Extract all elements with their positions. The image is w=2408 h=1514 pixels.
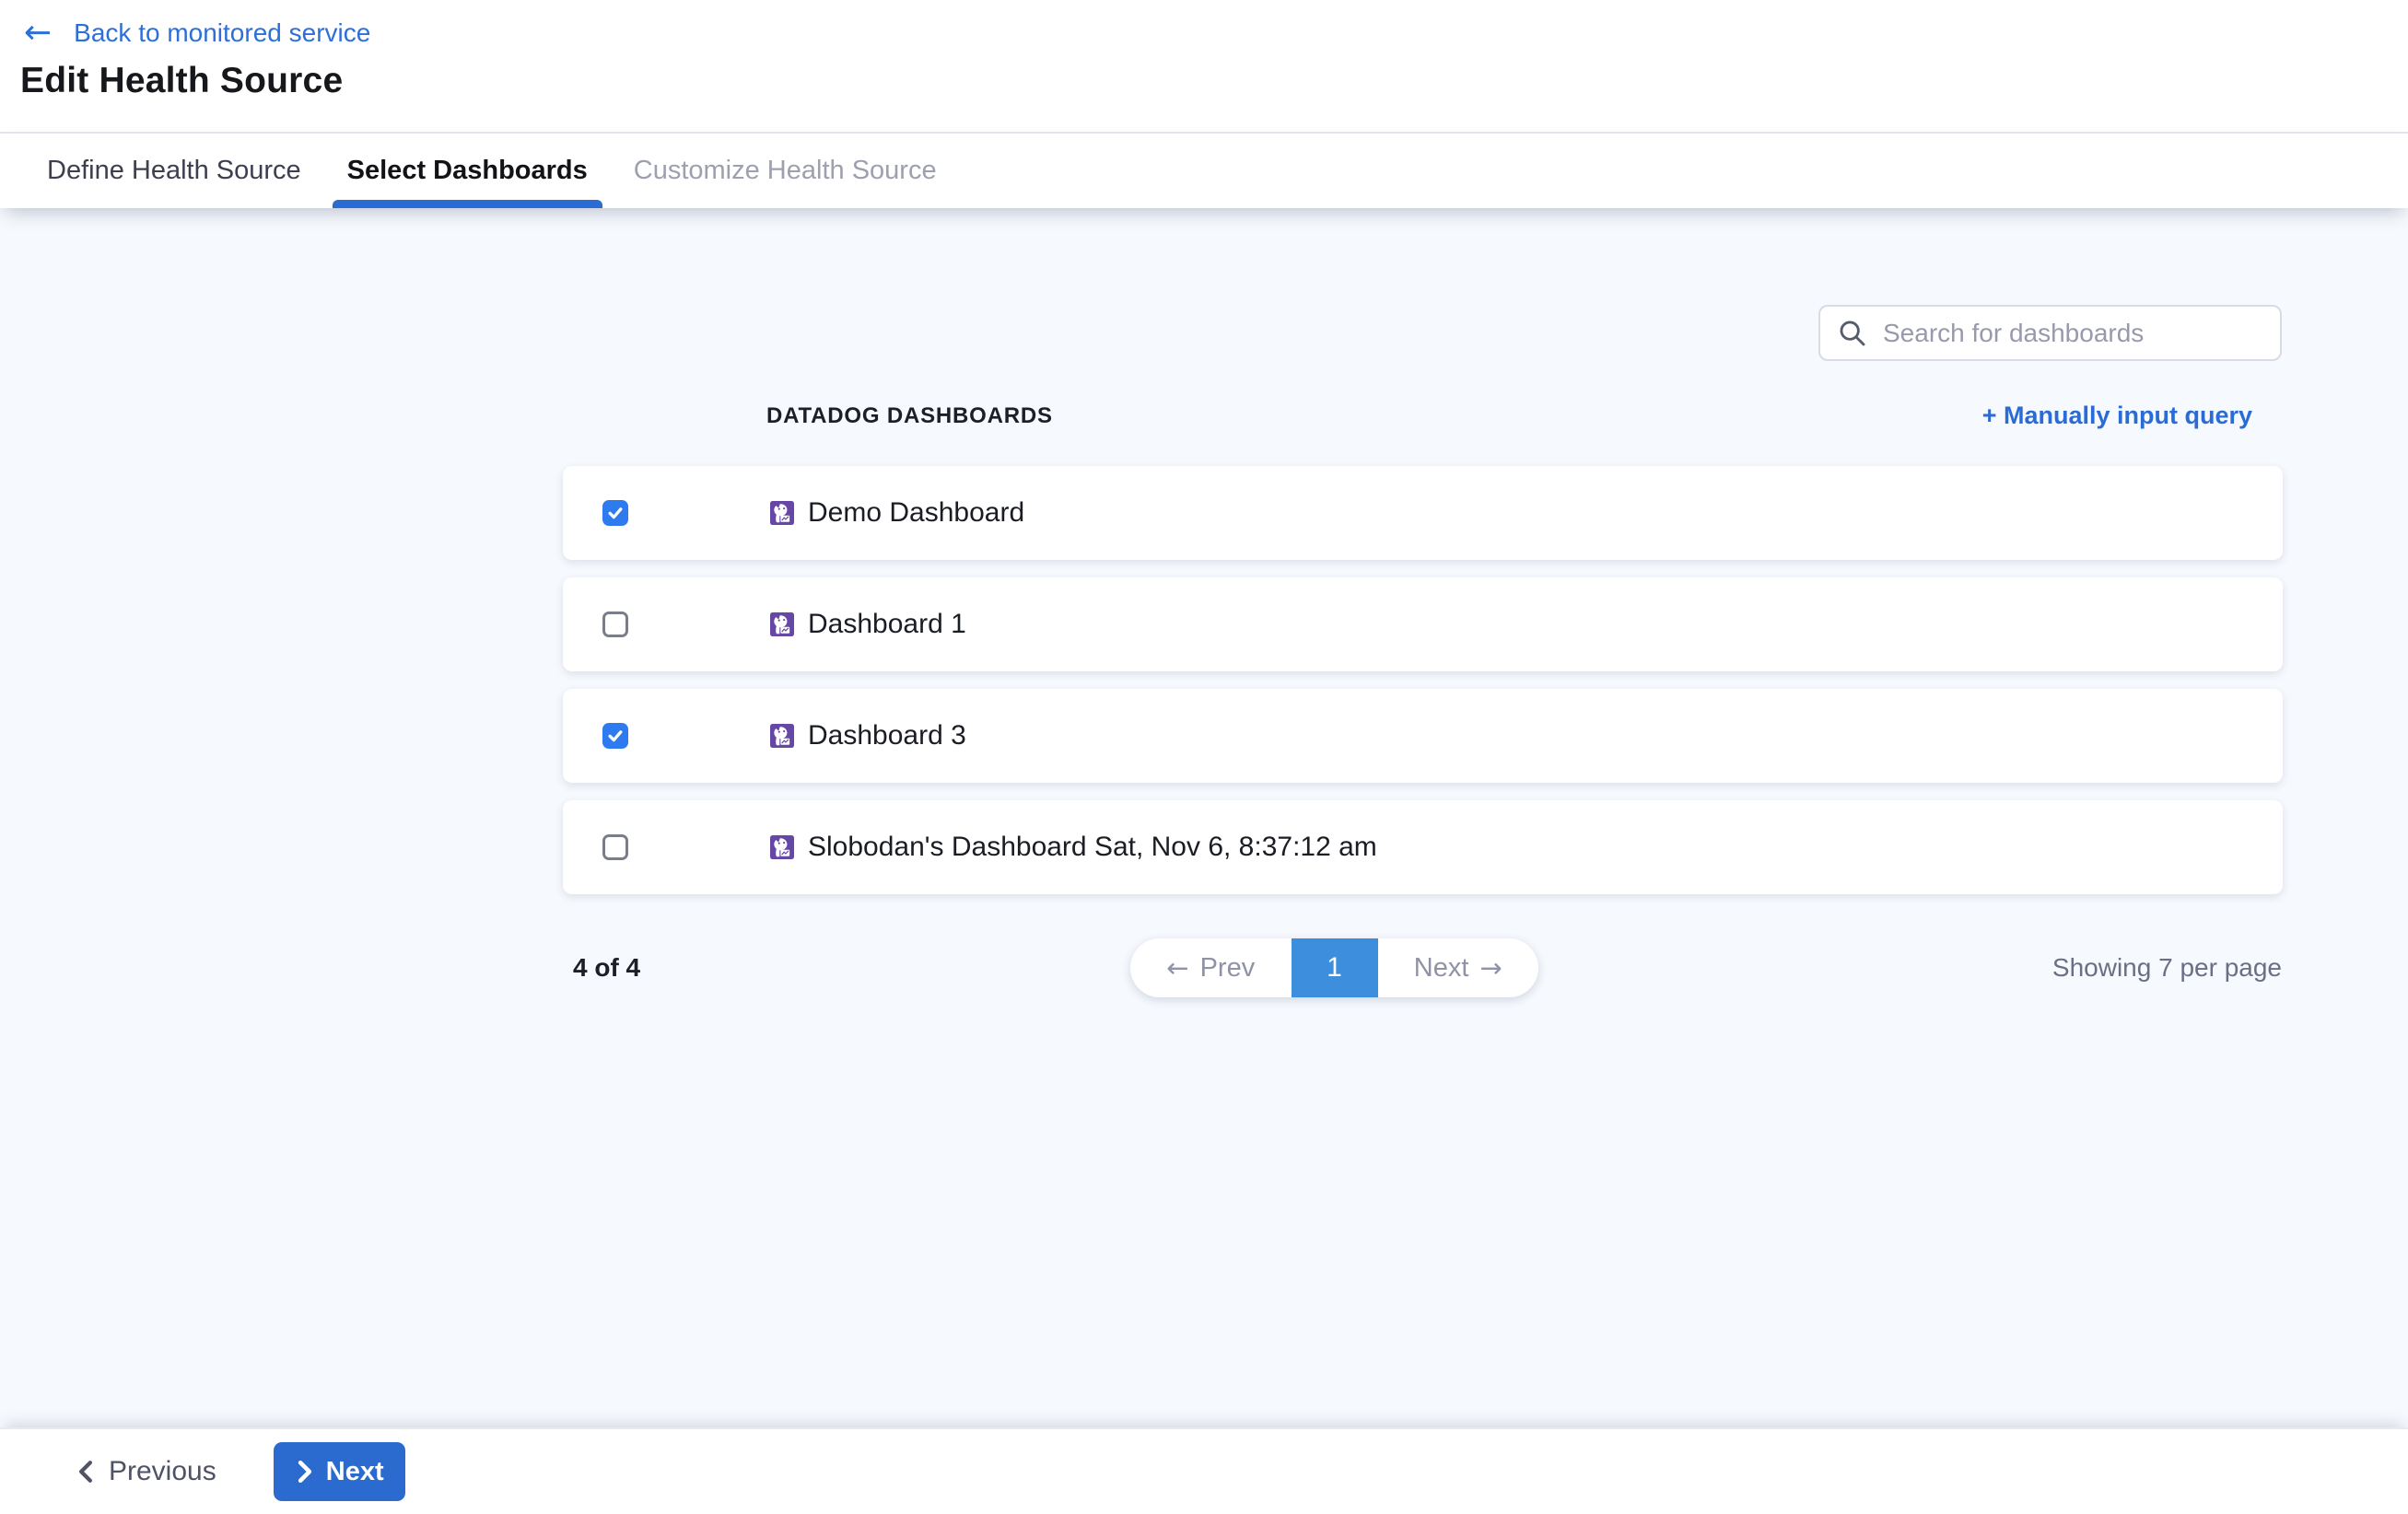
manually-input-query-link[interactable]: + Manually input query	[1982, 402, 2252, 430]
row-checkbox[interactable]	[602, 500, 628, 526]
datadog-logo-icon	[770, 835, 794, 859]
edit-health-source-page: ← Back to monitored service Edit Health …	[0, 0, 2408, 1514]
datadog-dashboards-column-header: DATADOG DASHBOARDS	[766, 403, 1053, 429]
tab-select-dashboards[interactable]: Select Dashboards	[334, 134, 601, 208]
dashboard-name: Dashboard 3	[808, 720, 966, 751]
dashboard-search-box[interactable]	[1818, 305, 2282, 361]
tab-define-health-source[interactable]: Define Health Source	[34, 134, 314, 208]
chevron-right-icon	[295, 1460, 315, 1484]
row-checkbox[interactable]	[602, 834, 628, 860]
row-checkbox[interactable]	[602, 611, 628, 637]
next-label: Next	[1414, 953, 1469, 984]
page-number-button[interactable]: 1	[1292, 938, 1378, 997]
back-to-monitored-service-link[interactable]: Back to monitored service	[74, 18, 370, 48]
back-arrow-icon[interactable]: ←	[24, 17, 52, 50]
next-button-label: Next	[326, 1457, 384, 1487]
arrow-right-icon: →	[1479, 952, 1502, 984]
datadog-logo-icon	[770, 612, 794, 636]
next-button[interactable]: Next	[274, 1442, 405, 1501]
result-count: 4 of 4	[573, 953, 640, 983]
page-title: Edit Health Source	[0, 61, 2408, 101]
datadog-logo-icon	[770, 501, 794, 525]
prev-page-button[interactable]: ← Prev	[1130, 938, 1292, 997]
per-page-label: Showing 7 per page	[2052, 953, 2282, 983]
check-icon	[606, 727, 625, 745]
next-page-button[interactable]: Next →	[1378, 938, 1539, 997]
row-content: Dashboard 3	[770, 720, 966, 751]
dashboard-row[interactable]: Dashboard 3	[563, 689, 2283, 783]
pagination-pill: ← Prev 1 Next →	[1130, 938, 1538, 997]
dashboard-row[interactable]: Slobodan's Dashboard Sat, Nov 6, 8:37:12…	[563, 800, 2283, 894]
row-content: Slobodan's Dashboard Sat, Nov 6, 8:37:12…	[770, 832, 1377, 863]
back-link-row[interactable]: ← Back to monitored service	[0, 0, 2408, 52]
search-input[interactable]	[1883, 319, 2263, 348]
page-header: ← Back to monitored service Edit Health …	[0, 0, 2408, 132]
main-content: DATADOG DASHBOARDS + Manually input quer…	[0, 208, 2408, 1427]
search-icon	[1837, 318, 1868, 349]
dashboard-row[interactable]: Demo Dashboard	[563, 466, 2283, 560]
tab-customize-health-source[interactable]: Customize Health Source	[621, 134, 950, 208]
dashboard-name: Slobodan's Dashboard Sat, Nov 6, 8:37:12…	[808, 832, 1377, 863]
row-content: Dashboard 1	[770, 609, 966, 640]
previous-button[interactable]: Previous	[76, 1456, 216, 1487]
pagination-bar: 4 of 4 ← Prev 1 Next → Showing 7 per pag…	[563, 938, 2283, 999]
row-checkbox[interactable]	[602, 723, 628, 749]
check-icon	[606, 504, 625, 522]
previous-label: Previous	[109, 1456, 216, 1487]
arrow-left-icon: ←	[1166, 952, 1188, 984]
wizard-footer: Previous Next	[0, 1427, 2408, 1514]
dashboard-name: Demo Dashboard	[808, 497, 1024, 529]
chevron-left-icon	[76, 1460, 96, 1484]
dashboard-row[interactable]: Dashboard 1	[563, 577, 2283, 671]
list-header-row: DATADOG DASHBOARDS + Manually input quer…	[0, 396, 2408, 438]
prev-label: Prev	[1200, 953, 1256, 984]
row-content: Demo Dashboard	[770, 497, 1024, 529]
dashboard-list: Demo Dashboard	[563, 466, 2283, 912]
dashboard-name: Dashboard 1	[808, 609, 966, 640]
datadog-logo-icon	[770, 724, 794, 748]
wizard-tab-bar: Define Health Source Select Dashboards C…	[0, 132, 2408, 208]
